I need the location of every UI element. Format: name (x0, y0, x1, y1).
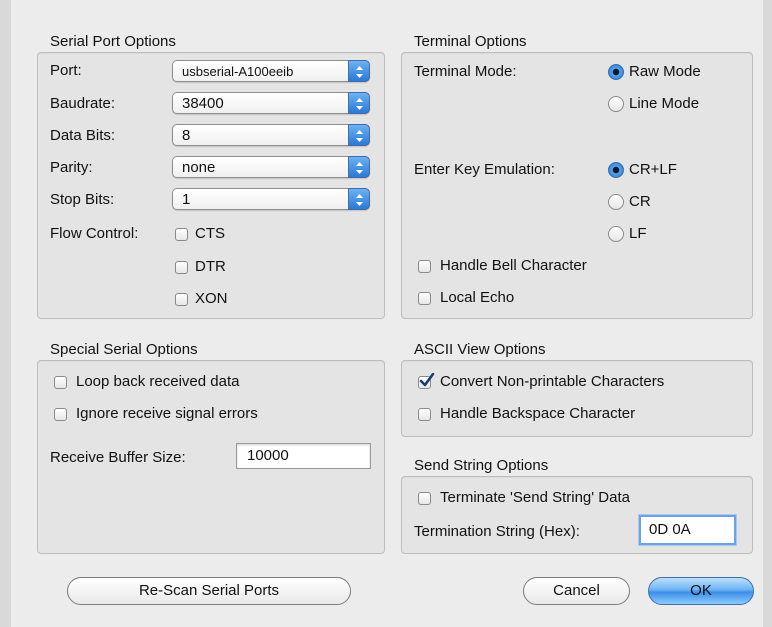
stopbits-value: 1 (182, 191, 191, 208)
cancel-button[interactable]: Cancel (523, 577, 630, 605)
receive-buffer-size-field[interactable]: 10000 (236, 443, 371, 469)
convert-nonprintable-checkbox[interactable] (418, 373, 435, 389)
cts-checkbox[interactable] (175, 228, 188, 241)
flow-control-label: Flow Control: (50, 225, 139, 242)
lf-radio[interactable] (608, 226, 624, 242)
parity-label: Parity: (50, 159, 93, 176)
xon-label: XON (195, 290, 228, 307)
receive-buffer-size-label: Receive Buffer Size: (50, 449, 186, 466)
ascii-view-options-box (401, 360, 753, 437)
termination-string-label: Termination String (Hex): (414, 523, 580, 540)
baudrate-popup[interactable]: 38400 (172, 92, 370, 114)
lf-label: LF (629, 225, 647, 242)
cts-label: CTS (195, 225, 225, 242)
port-popup[interactable]: usbserial-A100eeib (172, 60, 370, 82)
ascii-view-options-title: ASCII View Options (414, 341, 546, 358)
terminal-options-title: Terminal Options (414, 33, 527, 50)
handle-backspace-checkbox[interactable] (418, 408, 431, 421)
loop-back-label: Loop back received data (76, 373, 240, 390)
port-value: usbserial-A100eeib (182, 64, 294, 79)
ok-button[interactable]: OK (648, 577, 754, 605)
port-label: Port: (50, 62, 82, 79)
special-serial-options-title: Special Serial Options (50, 341, 198, 358)
baudrate-label: Baudrate: (50, 95, 116, 112)
databits-label: Data Bits: (50, 127, 116, 144)
line-mode-label: Line Mode (629, 95, 700, 112)
window-right-edge (763, 0, 772, 627)
terminate-send-string-checkbox[interactable] (418, 492, 431, 505)
terminate-send-string-label: Terminate 'Send String' Data (440, 489, 630, 506)
crlf-label: CR+LF (629, 161, 677, 178)
terminal-mode-label: Terminal Mode: (414, 63, 517, 80)
xon-checkbox[interactable] (175, 293, 188, 306)
ignore-errors-checkbox[interactable] (54, 408, 67, 421)
line-mode-radio[interactable] (608, 96, 624, 112)
cr-label: CR (629, 193, 651, 210)
stopbits-popup[interactable]: 1 (172, 188, 370, 210)
popup-arrows-icon (348, 188, 370, 210)
popup-arrows-icon (348, 92, 370, 114)
rescan-serial-ports-button[interactable]: Re-Scan Serial Ports (67, 577, 351, 605)
handle-bell-checkbox[interactable] (418, 260, 431, 273)
parity-popup[interactable]: none (172, 156, 370, 178)
terminal-options-box (401, 52, 753, 319)
termination-string-value: 0D 0A (649, 521, 691, 538)
loop-back-checkbox[interactable] (54, 376, 67, 389)
raw-mode-label: Raw Mode (629, 63, 701, 80)
local-echo-checkbox[interactable] (418, 292, 431, 305)
stopbits-label: Stop Bits: (50, 191, 115, 208)
send-string-options-title: Send String Options (414, 457, 549, 474)
local-echo-label: Local Echo (440, 289, 515, 306)
handle-backspace-label: Handle Backspace Character (440, 405, 636, 422)
databits-popup[interactable]: 8 (172, 124, 370, 146)
parity-value: none (182, 159, 216, 176)
dtr-label: DTR (195, 258, 226, 275)
cr-radio[interactable] (608, 194, 624, 210)
databits-value: 8 (182, 127, 191, 144)
receive-buffer-size-value: 10000 (247, 447, 289, 464)
popup-arrows-icon (348, 156, 370, 178)
popup-arrows-icon (348, 124, 370, 146)
raw-mode-radio[interactable] (608, 64, 624, 80)
termination-string-field[interactable]: 0D 0A (639, 515, 736, 545)
serial-port-options-title: Serial Port Options (50, 33, 176, 50)
checkmark-icon (419, 373, 435, 387)
dtr-checkbox[interactable] (175, 261, 188, 274)
convert-nonprintable-label: Convert Non-printable Characters (440, 373, 665, 390)
popup-arrows-icon (348, 60, 370, 82)
baudrate-value: 38400 (182, 95, 224, 112)
handle-bell-label: Handle Bell Character (440, 257, 587, 274)
ignore-errors-label: Ignore receive signal errors (76, 405, 258, 422)
enter-key-emulation-label: Enter Key Emulation: (414, 161, 555, 178)
window-left-edge (0, 0, 11, 627)
crlf-radio[interactable] (608, 162, 624, 178)
